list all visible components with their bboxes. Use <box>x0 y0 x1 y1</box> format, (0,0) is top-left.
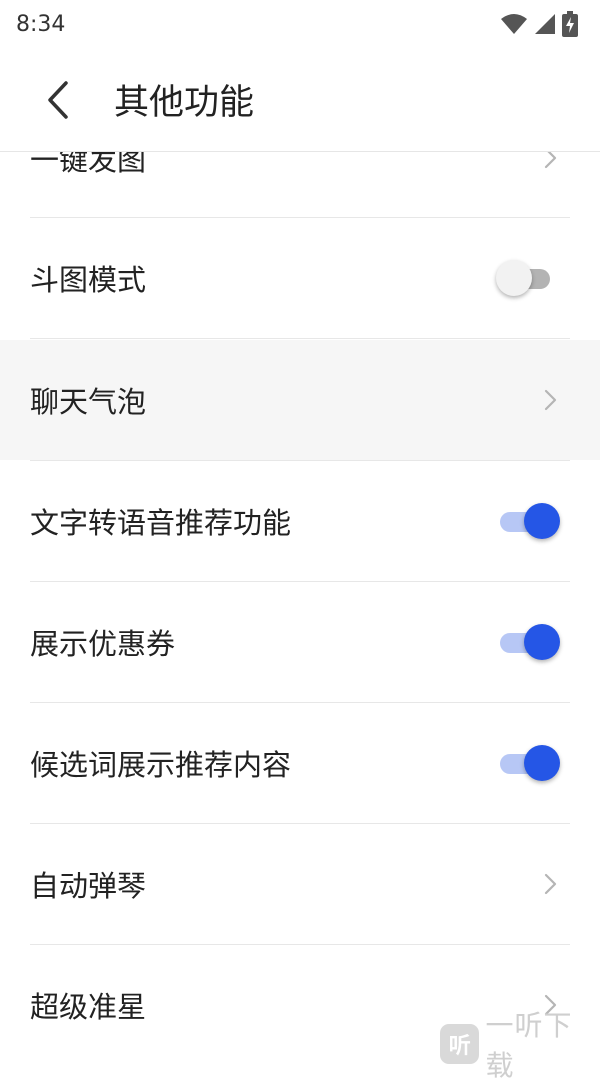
toggle-thumb <box>524 624 560 660</box>
watermark: 听 一听下载 <box>440 1009 600 1082</box>
toggle-thumb <box>524 503 560 539</box>
row-label: 展示优惠券 <box>30 627 176 661</box>
row-candidate-recommendations[interactable]: 候选词展示推荐内容 <box>0 703 600 823</box>
row-label: 一键发图 <box>30 152 147 177</box>
app-bar: 其他功能 <box>0 48 600 152</box>
page-title: 其他功能 <box>114 83 255 123</box>
chevron-right-icon <box>544 152 557 169</box>
row-label: 超级准星 <box>30 990 147 1024</box>
cell-signal-icon <box>535 14 555 34</box>
candidate-recommendations-toggle[interactable] <box>498 743 564 783</box>
status-icons <box>500 11 578 37</box>
row-label: 聊天气泡 <box>30 385 147 419</box>
settings-list: 一键发图 斗图模式 聊天气泡 文字转语音推荐功能 展示优惠券 候选词展示推荐内容… <box>0 152 600 1066</box>
row-auto-piano[interactable]: 自动弹琴 <box>0 824 600 944</box>
doutu-mode-toggle[interactable] <box>496 258 564 298</box>
row-label: 自动弹琴 <box>30 869 147 903</box>
toggle-thumb <box>496 260 532 296</box>
row-label: 候选词展示推荐内容 <box>30 748 292 782</box>
row-doutu-mode[interactable]: 斗图模式 <box>0 218 600 338</box>
row-label: 斗图模式 <box>30 263 147 297</box>
back-arrow-icon <box>48 80 68 119</box>
divider <box>30 338 570 339</box>
row-label: 文字转语音推荐功能 <box>30 506 292 540</box>
watermark-text: 一听下载 <box>485 1009 573 1082</box>
battery-charging-icon <box>562 11 578 37</box>
row-show-coupons[interactable]: 展示优惠券 <box>0 582 600 702</box>
row-chat-bubble[interactable]: 聊天气泡 <box>0 340 600 460</box>
toggle-thumb <box>524 745 560 781</box>
back-button[interactable] <box>36 77 82 123</box>
show-coupons-toggle[interactable] <box>498 622 564 662</box>
wifi-icon <box>501 14 527 34</box>
chevron-right-icon <box>544 873 557 895</box>
chevron-right-icon <box>544 389 557 411</box>
status-time: 8:34 <box>16 11 66 37</box>
row-text-to-speech[interactable]: 文字转语音推荐功能 <box>0 461 600 581</box>
text-to-speech-toggle[interactable] <box>498 501 564 541</box>
watermark-logo: 听 <box>440 1024 480 1064</box>
row-one-key-send-image[interactable]: 一键发图 <box>0 152 600 218</box>
status-bar: 8:34 <box>0 0 600 48</box>
